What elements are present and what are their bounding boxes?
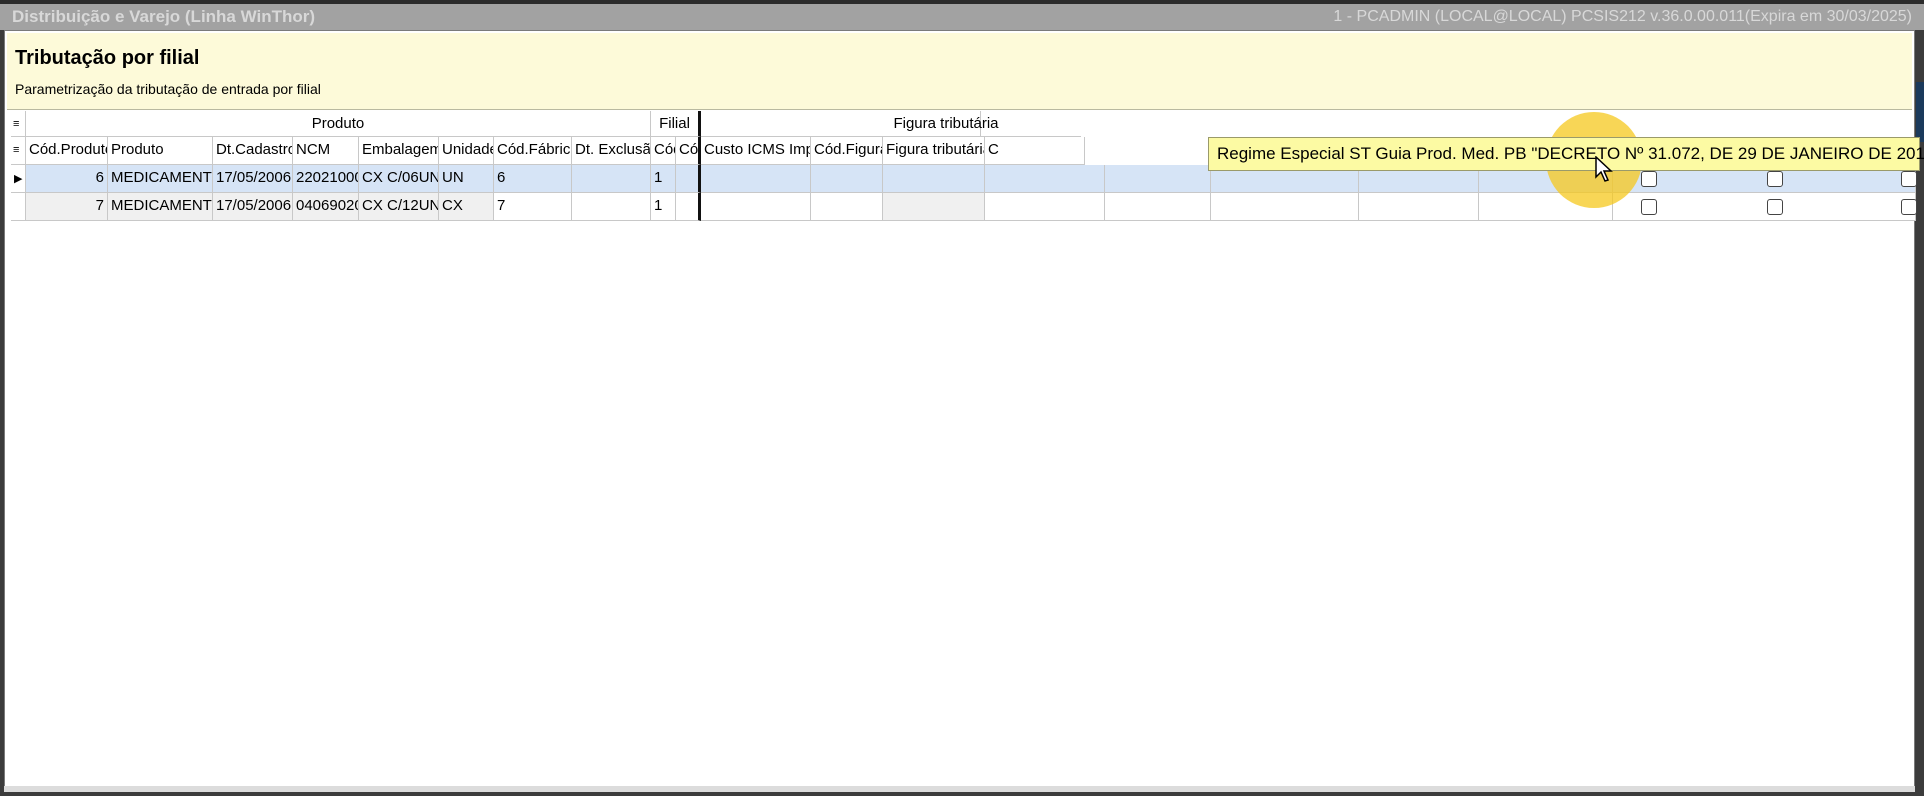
- col-header-cod-2[interactable]: Cód: [676, 137, 701, 165]
- band-filial: Filial: [651, 111, 701, 137]
- page-header: Tributação por filial Parametrização da …: [7, 33, 1912, 110]
- app-title: Distribuição e Varejo (Linha WinThor): [12, 7, 316, 26]
- cell-embalagem[interactable]: CX C/06UND: [359, 165, 439, 193]
- col-header-custo-icms[interactable]: Custo ICMS Imp.: [701, 137, 811, 165]
- cell-cod-fabrica[interactable]: 6: [494, 165, 572, 193]
- horizontal-scrollbar[interactable]: [4, 786, 1915, 792]
- mouse-cursor-icon: [1595, 156, 1613, 182]
- row1-checkbox-1[interactable]: [1641, 171, 1657, 187]
- header-column-chooser[interactable]: ≡: [11, 137, 26, 165]
- band-column-chooser[interactable]: ≡: [11, 111, 26, 137]
- cell-custo-icms[interactable]: [701, 165, 811, 193]
- cell-unidade[interactable]: UN: [439, 165, 494, 193]
- window-title-bar: Distribuição e Varejo (Linha WinThor) 1 …: [0, 0, 1924, 30]
- row2-checkbox-2[interactable]: [1767, 199, 1783, 215]
- row1-checkbox-2[interactable]: [1767, 171, 1783, 187]
- row2-checkbox-3[interactable]: [1901, 199, 1917, 215]
- row-indicator[interactable]: ▶: [11, 165, 26, 193]
- cell-cod-filial[interactable]: 1: [651, 193, 676, 221]
- col-header-cod-figura[interactable]: Cód.Figura: [811, 137, 883, 165]
- row-indicator[interactable]: [11, 193, 26, 221]
- col-header-produto[interactable]: Produto: [108, 137, 213, 165]
- col-header-c[interactable]: C: [985, 137, 1085, 165]
- cell-custo-icms[interactable]: [701, 193, 811, 221]
- background-window-edge: [1916, 82, 1924, 142]
- page-subtitle: Parametrização da tributação de entrada …: [15, 81, 321, 97]
- cell-dt-cadastro[interactable]: 17/05/2006: [213, 165, 293, 193]
- band-figura-tributaria: Figura tributária: [811, 111, 1081, 137]
- cell-dt-exclusao[interactable]: [572, 193, 651, 221]
- cell-cod-produto[interactable]: 7: [26, 193, 108, 221]
- row2-checkbox-1[interactable]: [1641, 199, 1657, 215]
- col-header-embalagem[interactable]: Embalagem: [359, 137, 439, 165]
- cell-extra-2[interactable]: [1211, 193, 1359, 221]
- cell-cod-filial[interactable]: 1: [651, 165, 676, 193]
- cell-cod-2[interactable]: [676, 165, 701, 193]
- cell-cod-2[interactable]: [676, 193, 701, 221]
- column-chooser-icon[interactable]: ≡: [13, 137, 19, 163]
- cell-ncm[interactable]: 22021000: [293, 165, 359, 193]
- cell-extra-1[interactable]: [1105, 165, 1211, 193]
- cell-produto[interactable]: MEDICAMENTO T: [108, 193, 213, 221]
- cell-cod-figura[interactable]: [811, 165, 883, 193]
- col-header-unidade[interactable]: Unidade: [439, 137, 494, 165]
- session-info: 1 - PCADMIN (LOCAL@LOCAL) PCSIS212 v.36.…: [1333, 8, 1912, 25]
- cell-col-c[interactable]: [985, 165, 1105, 193]
- cell-cod-figura[interactable]: [811, 193, 883, 221]
- cell-col-c[interactable]: [985, 193, 1105, 221]
- band-produto: Produto: [26, 111, 651, 137]
- cell-figura-tributaria[interactable]: [883, 165, 985, 193]
- cell-cod-produto[interactable]: 6: [26, 165, 108, 193]
- col-header-cod-filial[interactable]: Cód: [651, 137, 676, 165]
- col-header-dt-cadastro[interactable]: Dt.Cadastro: [213, 137, 293, 165]
- cell-check-3[interactable]: [1613, 193, 1916, 221]
- cell-ncm[interactable]: 04069020: [293, 193, 359, 221]
- cell-dt-exclusao[interactable]: [572, 165, 651, 193]
- col-header-cod-fabrica[interactable]: Cód.Fábrica: [494, 137, 572, 165]
- cell-cod-fabrica[interactable]: 7: [494, 193, 572, 221]
- col-header-cod-produto[interactable]: Cód.Produto: [26, 137, 108, 165]
- col-header-figura-tributaria[interactable]: Figura tributária: [883, 137, 985, 165]
- column-chooser-icon[interactable]: ≡: [13, 111, 19, 136]
- cell-figura-tributaria[interactable]: [883, 193, 985, 221]
- col-header-ncm[interactable]: NCM: [293, 137, 359, 165]
- cell-embalagem[interactable]: CX C/12UND: [359, 193, 439, 221]
- cell-unidade[interactable]: CX: [439, 193, 494, 221]
- cell-produto[interactable]: MEDICAMENTO T: [108, 165, 213, 193]
- cell-dt-cadastro[interactable]: 17/05/2006: [213, 193, 293, 221]
- row-pointer-icon: ▶: [14, 173, 23, 185]
- col-header-dt-exclusao[interactable]: Dt. Exclusão: [572, 137, 651, 165]
- tooltip: Regime Especial ST Guia Prod. Med. PB "D…: [1208, 137, 1924, 171]
- page-title: Tributação por filial: [15, 47, 200, 69]
- cell-check-1[interactable]: [1359, 193, 1479, 221]
- row1-checkbox-3[interactable]: [1901, 171, 1917, 187]
- cell-extra-1[interactable]: [1105, 193, 1211, 221]
